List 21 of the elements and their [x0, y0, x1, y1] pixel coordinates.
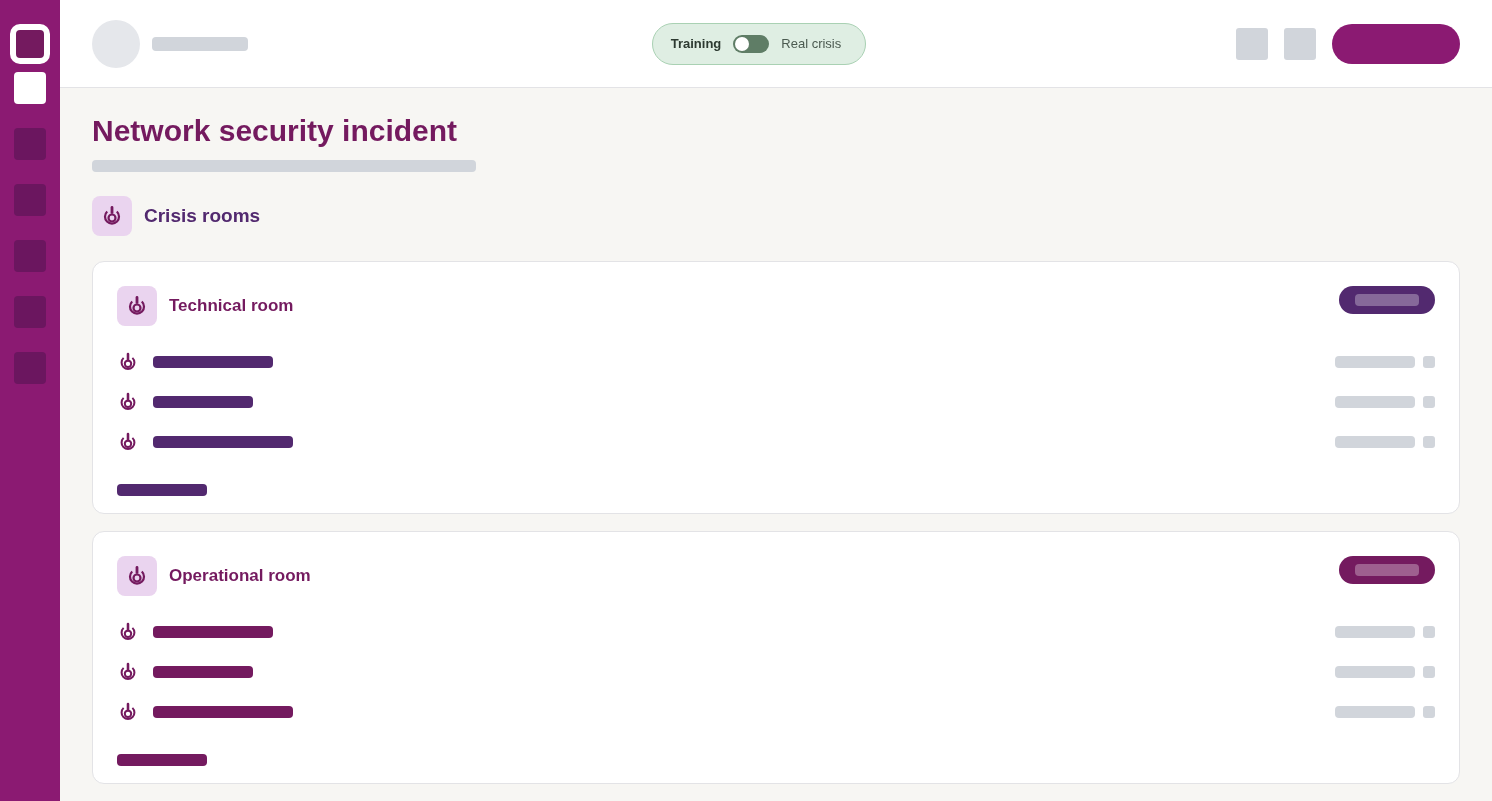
- avatar: [92, 19, 140, 68]
- sidebar-item[interactable]: [14, 296, 46, 328]
- sidebar-item[interactable]: [14, 72, 46, 104]
- toggle-switch[interactable]: [733, 34, 770, 53]
- placeholder-button[interactable]: [1236, 27, 1268, 60]
- toggle-label: Training: [670, 36, 722, 51]
- logo-icon: [10, 24, 50, 64]
- placeholder-button[interactable]: [1284, 27, 1316, 60]
- crisis-icon: [92, 196, 132, 236]
- sidebar-item[interactable]: [14, 128, 46, 160]
- crisis-icon: [117, 286, 157, 326]
- page-title: Network security incident: [92, 113, 458, 149]
- room-title: Technical room: [169, 296, 294, 316]
- section-title: Crisis rooms: [144, 205, 261, 227]
- sidebar-item[interactable]: [14, 184, 46, 216]
- room-title: Operational room: [169, 566, 311, 586]
- crisis-icon: [117, 556, 157, 596]
- sidebar-item[interactable]: [14, 240, 46, 272]
- sidebar-item[interactable]: [14, 352, 46, 384]
- toggle-label: Real crisis: [781, 36, 842, 51]
- primary-button[interactable]: [1332, 23, 1460, 64]
